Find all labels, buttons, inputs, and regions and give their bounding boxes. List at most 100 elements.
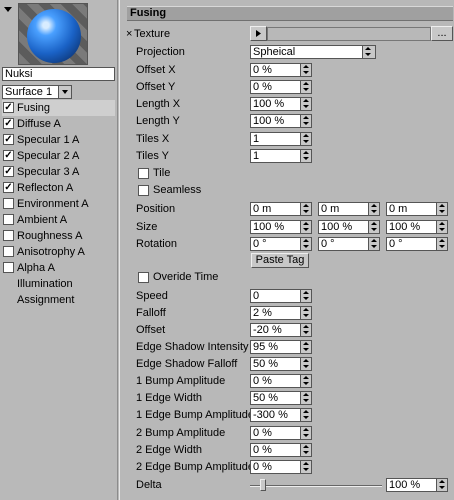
texture-path-field[interactable] [267,27,431,41]
edge2-width-value: 0 % [253,444,272,456]
spinner-icon[interactable] [368,203,379,215]
channel-checkbox[interactable] [3,182,14,193]
spinner-icon[interactable] [300,238,311,250]
spinner-icon[interactable] [300,98,311,110]
spinner-icon[interactable] [436,203,447,215]
position-z-field[interactable]: 0 m [386,202,448,216]
size-z-field[interactable]: 100 % [386,220,448,234]
channel-checkbox[interactable] [3,230,14,241]
spinner-icon[interactable] [300,324,311,336]
texture-browse-button[interactable]: ... [431,26,453,41]
spinner-icon[interactable] [368,238,379,250]
falloff-field[interactable]: 2 % [250,306,312,320]
channel-checkbox[interactable] [3,166,14,177]
channel-item-reflection[interactable]: Reflecton A [2,180,115,196]
channel-item-fusing[interactable]: Fusing [2,100,115,116]
offset-field[interactable]: -20 % [250,323,312,337]
rotation-b-field[interactable]: 0 ° [386,237,448,251]
material-name-field[interactable]: Nuksi [2,67,115,81]
channel-checkbox[interactable] [3,246,14,257]
tiles-x-field[interactable]: 1 [250,132,312,146]
offset-x-field[interactable]: 0 % [250,63,312,77]
chevron-down-icon[interactable] [58,86,71,98]
spinner-icon[interactable] [300,307,311,319]
channel-item-environment[interactable]: Environment A [2,196,115,212]
position-x-field[interactable]: 0 m [250,202,312,216]
length-y-field[interactable]: 100 % [250,114,312,128]
spinner-icon[interactable] [300,341,311,353]
channel-item-diffuse[interactable]: Diffuse A [2,116,115,132]
position-y-field[interactable]: 0 m [318,202,380,216]
spinner-icon[interactable] [300,444,311,456]
channel-item-illumination[interactable]: Illumination [2,276,115,292]
channel-item-assignment[interactable]: Assignment [2,292,115,308]
edge1-width-field[interactable]: 50 % [250,391,312,405]
spinner-icon[interactable] [300,133,311,145]
channel-checkbox[interactable] [3,198,14,209]
edge2-bump-amplitude-field[interactable]: 0 % [250,460,312,474]
spinner-icon[interactable] [436,238,447,250]
edge1-width-label: 1 Edge Width [136,392,203,404]
delta-field[interactable]: 100 % [386,478,448,492]
channel-label: Reflecton A [17,182,74,194]
edge2-width-field[interactable]: 0 % [250,443,312,457]
edge1-bump-amplitude-field[interactable]: -300 % [250,408,312,422]
channel-item-alpha[interactable]: Alpha A [2,260,115,276]
spinner-icon[interactable] [436,221,447,233]
spinner-icon[interactable] [300,427,311,439]
projection-select[interactable]: Spheical [250,45,376,59]
channel-item-ambient[interactable]: Ambient A [2,212,115,228]
tile-checkbox[interactable] [138,168,149,179]
channel-item-specular-3[interactable]: Specular 3 A [2,164,115,180]
spinner-icon[interactable] [300,358,311,370]
spinner-icon[interactable] [300,115,311,127]
rotation-p-field[interactable]: 0 ° [318,237,380,251]
channel-checkbox[interactable] [3,214,14,225]
size-y-field[interactable]: 100 % [318,220,380,234]
close-icon[interactable]: × [126,27,132,41]
edge-shadow-intensity-field[interactable]: 95 % [250,340,312,354]
spinner-icon[interactable] [300,290,311,302]
texture-play-button[interactable] [250,26,267,41]
surface-select[interactable]: Surface 1 [2,85,72,99]
spinner-icon[interactable] [300,392,311,404]
spinner-icon[interactable] [300,375,311,387]
speed-field[interactable]: 0 [250,289,312,303]
edge-shadow-falloff-field[interactable]: 50 % [250,357,312,371]
channel-checkbox[interactable] [3,118,14,129]
spinner-icon[interactable] [300,221,311,233]
override-time-checkbox[interactable] [138,272,149,283]
spinner-icon[interactable] [300,461,311,473]
channel-item-anisotropy[interactable]: Anisotrophy A [2,244,115,260]
length-x-field[interactable]: 100 % [250,97,312,111]
bump2-amplitude-label: 2 Bump Amplitude [136,427,226,439]
channel-checkbox[interactable] [3,150,14,161]
channel-checkbox[interactable] [3,262,14,273]
delta-slider-track[interactable] [250,485,382,487]
chevron-down-icon[interactable] [362,46,375,58]
size-z-value: 100 % [389,221,421,233]
bump2-amplitude-field[interactable]: 0 % [250,426,312,440]
menu-arrow-icon[interactable] [4,7,12,12]
channel-checkbox[interactable] [3,134,14,145]
channel-item-specular-1[interactable]: Specular 1 A [2,132,115,148]
seamless-checkbox[interactable] [138,185,149,196]
channel-checkbox[interactable] [3,102,14,113]
delta-slider-thumb[interactable] [260,479,266,491]
offset-y-field[interactable]: 0 % [250,80,312,94]
channel-item-roughness[interactable]: Roughness A [2,228,115,244]
rotation-h-field[interactable]: 0 ° [250,237,312,251]
spinner-icon[interactable] [300,81,311,93]
material-preview[interactable] [18,3,88,65]
spinner-icon[interactable] [300,64,311,76]
spinner-icon[interactable] [300,150,311,162]
tiles-y-field[interactable]: 1 [250,149,312,163]
spinner-icon[interactable] [436,479,447,491]
channel-item-specular-2[interactable]: Specular 2 A [2,148,115,164]
spinner-icon[interactable] [368,221,379,233]
bump1-amplitude-field[interactable]: 0 % [250,374,312,388]
paste-tag-button[interactable]: Paste Tag [251,253,309,268]
spinner-icon[interactable] [300,203,311,215]
size-x-field[interactable]: 100 % [250,220,312,234]
spinner-icon[interactable] [300,409,311,421]
